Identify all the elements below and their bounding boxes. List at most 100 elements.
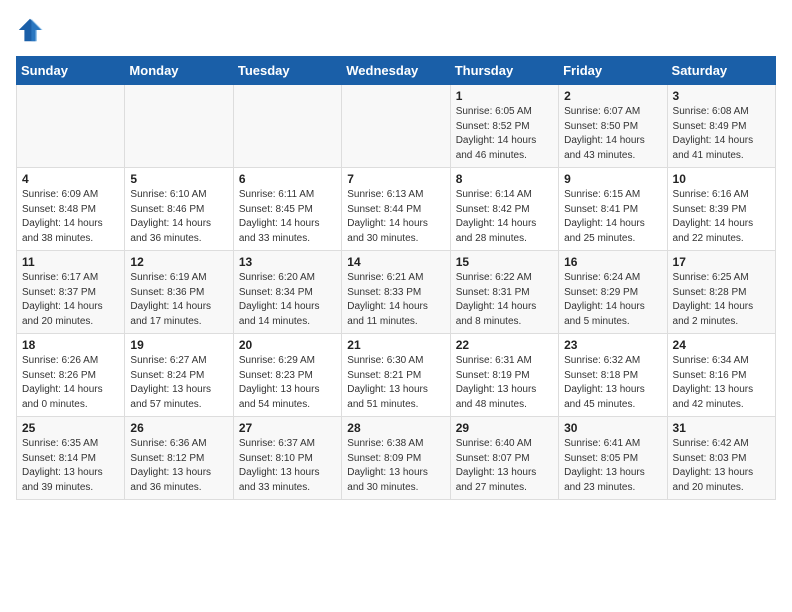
day-detail: Sunrise: 6:20 AM Sunset: 8:34 PM Dayligh… — [239, 271, 336, 329]
day-detail: Sunrise: 6:36 AM Sunset: 8:12 PM Dayligh… — [130, 437, 227, 495]
calendar-cell: 14Sunrise: 6:21 AM Sunset: 8:33 PM Dayli… — [342, 251, 450, 334]
day-number: 21 — [347, 338, 444, 352]
calendar-table: SundayMondayTuesdayWednesdayThursdayFrid… — [16, 56, 776, 500]
calendar-cell: 29Sunrise: 6:40 AM Sunset: 8:07 PM Dayli… — [450, 417, 558, 500]
calendar-cell — [342, 85, 450, 168]
day-number: 23 — [564, 338, 661, 352]
calendar-cell: 24 Sunrise: 6:34 AM Sunset: 8:16 PM Dayli… — [667, 334, 775, 417]
calendar-cell: 23Sunrise: 6:32 AM Sunset: 8:18 PM Dayli… — [559, 334, 667, 417]
day-number: 9 — [564, 172, 661, 186]
day-detail: Sunrise: 6:26 AM Sunset: 8:26 PM Dayligh… — [22, 354, 119, 412]
day-detail: Sunrise: 6:14 AM Sunset: 8:42 PM Dayligh… — [456, 188, 553, 246]
calendar-cell: 12 Sunrise: 6:19 AM Sunset: 8:36 PM Dayli… — [125, 251, 233, 334]
day-detail: Sunrise: 6:05 AM Sunset: 8:52 PM Dayligh… — [456, 105, 553, 163]
day-detail: Sunrise: 6:07 AM Sunset: 8:50 PM Dayligh… — [564, 105, 661, 163]
day-number: 3 — [673, 89, 770, 103]
day-detail: Sunrise: 6:17 AM Sunset: 8:37 PM Dayligh… — [22, 271, 119, 329]
calendar-cell: 21 Sunrise: 6:30 AM Sunset: 8:21 PM Dayli… — [342, 334, 450, 417]
day-detail: Sunrise: 6:31 AM Sunset: 8:19 PM Dayligh… — [456, 354, 553, 412]
week-row-5: 25 Sunrise: 6:35 AM Sunset: 8:14 PM Dayli… — [17, 417, 776, 500]
week-row-2: 4 Sunrise: 6:09 AM Sunset: 8:48 PM Daylig… — [17, 168, 776, 251]
day-number: 4 — [22, 172, 119, 186]
day-number: 13 — [239, 255, 336, 269]
week-row-1: 1 Sunrise: 6:05 AM Sunset: 8:52 PM Daylig… — [17, 85, 776, 168]
calendar-cell — [17, 85, 125, 168]
day-number: 26 — [130, 421, 227, 435]
weekday-friday: Friday — [559, 57, 667, 85]
calendar-cell: 4 Sunrise: 6:09 AM Sunset: 8:48 PM Daylig… — [17, 168, 125, 251]
day-number: 8 — [456, 172, 553, 186]
day-number: 10 — [673, 172, 770, 186]
day-detail: Sunrise: 6:34 AM Sunset: 8:16 PM Dayligh… — [673, 354, 770, 412]
calendar-cell: 2 Sunrise: 6:07 AM Sunset: 8:50 PM Daylig… — [559, 85, 667, 168]
day-number: 18 — [22, 338, 119, 352]
calendar-cell: 11Sunrise: 6:17 AM Sunset: 8:37 PM Dayli… — [17, 251, 125, 334]
day-number: 15 — [456, 255, 553, 269]
day-number: 2 — [564, 89, 661, 103]
day-number: 14 — [347, 255, 444, 269]
day-number: 1 — [456, 89, 553, 103]
day-detail: Sunrise: 6:35 AM Sunset: 8:14 PM Dayligh… — [22, 437, 119, 495]
calendar-cell: 19 Sunrise: 6:27 AM Sunset: 8:24 PM Dayli… — [125, 334, 233, 417]
calendar-cell: 8 Sunrise: 6:14 AM Sunset: 8:42 PM Daylig… — [450, 168, 558, 251]
day-detail: Sunrise: 6:40 AM Sunset: 8:07 PM Dayligh… — [456, 437, 553, 495]
day-detail: Sunrise: 6:19 AM Sunset: 8:36 PM Dayligh… — [130, 271, 227, 329]
calendar-cell: 9 Sunrise: 6:15 AM Sunset: 8:41 PM Daylig… — [559, 168, 667, 251]
calendar-cell: 20 Sunrise: 6:29 AM Sunset: 8:23 PM Dayli… — [233, 334, 341, 417]
logo-icon — [16, 16, 44, 44]
calendar-header: SundayMondayTuesdayWednesdayThursdayFrid… — [17, 57, 776, 85]
day-detail: Sunrise: 6:27 AM Sunset: 8:24 PM Dayligh… — [130, 354, 227, 412]
calendar-cell: 15Sunrise: 6:22 AM Sunset: 8:31 PM Dayli… — [450, 251, 558, 334]
weekday-sunday: Sunday — [17, 57, 125, 85]
calendar-cell: 25 Sunrise: 6:35 AM Sunset: 8:14 PM Dayli… — [17, 417, 125, 500]
calendar-cell: 13 Sunrise: 6:20 AM Sunset: 8:34 PM Dayli… — [233, 251, 341, 334]
calendar-cell: 6 Sunrise: 6:11 AM Sunset: 8:45 PM Daylig… — [233, 168, 341, 251]
day-detail: Sunrise: 6:38 AM Sunset: 8:09 PM Dayligh… — [347, 437, 444, 495]
day-number: 6 — [239, 172, 336, 186]
day-number: 12 — [130, 255, 227, 269]
calendar-cell: 10 Sunrise: 6:16 AM Sunset: 8:39 PM Dayli… — [667, 168, 775, 251]
day-detail: Sunrise: 6:25 AM Sunset: 8:28 PM Dayligh… — [673, 271, 770, 329]
header — [16, 16, 776, 44]
week-row-3: 11Sunrise: 6:17 AM Sunset: 8:37 PM Dayli… — [17, 251, 776, 334]
weekday-tuesday: Tuesday — [233, 57, 341, 85]
calendar-cell: 27 Sunrise: 6:37 AM Sunset: 8:10 PM Dayli… — [233, 417, 341, 500]
day-detail: Sunrise: 6:37 AM Sunset: 8:10 PM Dayligh… — [239, 437, 336, 495]
day-number: 28 — [347, 421, 444, 435]
day-number: 19 — [130, 338, 227, 352]
calendar-cell — [233, 85, 341, 168]
day-detail: Sunrise: 6:15 AM Sunset: 8:41 PM Dayligh… — [564, 188, 661, 246]
calendar-cell: 3 Sunrise: 6:08 AM Sunset: 8:49 PM Daylig… — [667, 85, 775, 168]
logo — [16, 16, 48, 44]
calendar-cell: 28 Sunrise: 6:38 AM Sunset: 8:09 PM Dayli… — [342, 417, 450, 500]
day-detail: Sunrise: 6:42 AM Sunset: 8:03 PM Dayligh… — [673, 437, 770, 495]
calendar-body: 1 Sunrise: 6:05 AM Sunset: 8:52 PM Daylig… — [17, 85, 776, 500]
day-detail: Sunrise: 6:09 AM Sunset: 8:48 PM Dayligh… — [22, 188, 119, 246]
day-detail: Sunrise: 6:30 AM Sunset: 8:21 PM Dayligh… — [347, 354, 444, 412]
day-detail: Sunrise: 6:41 AM Sunset: 8:05 PM Dayligh… — [564, 437, 661, 495]
day-detail: Sunrise: 6:11 AM Sunset: 8:45 PM Dayligh… — [239, 188, 336, 246]
weekday-thursday: Thursday — [450, 57, 558, 85]
weekday-header-row: SundayMondayTuesdayWednesdayThursdayFrid… — [17, 57, 776, 85]
day-detail: Sunrise: 6:29 AM Sunset: 8:23 PM Dayligh… — [239, 354, 336, 412]
day-number: 25 — [22, 421, 119, 435]
day-detail: Sunrise: 6:24 AM Sunset: 8:29 PM Dayligh… — [564, 271, 661, 329]
day-number: 7 — [347, 172, 444, 186]
calendar-cell: 26 Sunrise: 6:36 AM Sunset: 8:12 PM Dayli… — [125, 417, 233, 500]
calendar-cell: 30 Sunrise: 6:41 AM Sunset: 8:05 PM Dayli… — [559, 417, 667, 500]
weekday-monday: Monday — [125, 57, 233, 85]
day-number: 31 — [673, 421, 770, 435]
calendar-cell: 5Sunrise: 6:10 AM Sunset: 8:46 PM Daylig… — [125, 168, 233, 251]
calendar-cell: 1 Sunrise: 6:05 AM Sunset: 8:52 PM Daylig… — [450, 85, 558, 168]
day-detail: Sunrise: 6:08 AM Sunset: 8:49 PM Dayligh… — [673, 105, 770, 163]
weekday-saturday: Saturday — [667, 57, 775, 85]
weekday-wednesday: Wednesday — [342, 57, 450, 85]
day-number: 30 — [564, 421, 661, 435]
day-detail: Sunrise: 6:16 AM Sunset: 8:39 PM Dayligh… — [673, 188, 770, 246]
day-number: 22 — [456, 338, 553, 352]
day-number: 27 — [239, 421, 336, 435]
week-row-4: 18 Sunrise: 6:26 AM Sunset: 8:26 PM Dayli… — [17, 334, 776, 417]
day-number: 24 — [673, 338, 770, 352]
day-number: 20 — [239, 338, 336, 352]
calendar-cell: 16Sunrise: 6:24 AM Sunset: 8:29 PM Dayli… — [559, 251, 667, 334]
